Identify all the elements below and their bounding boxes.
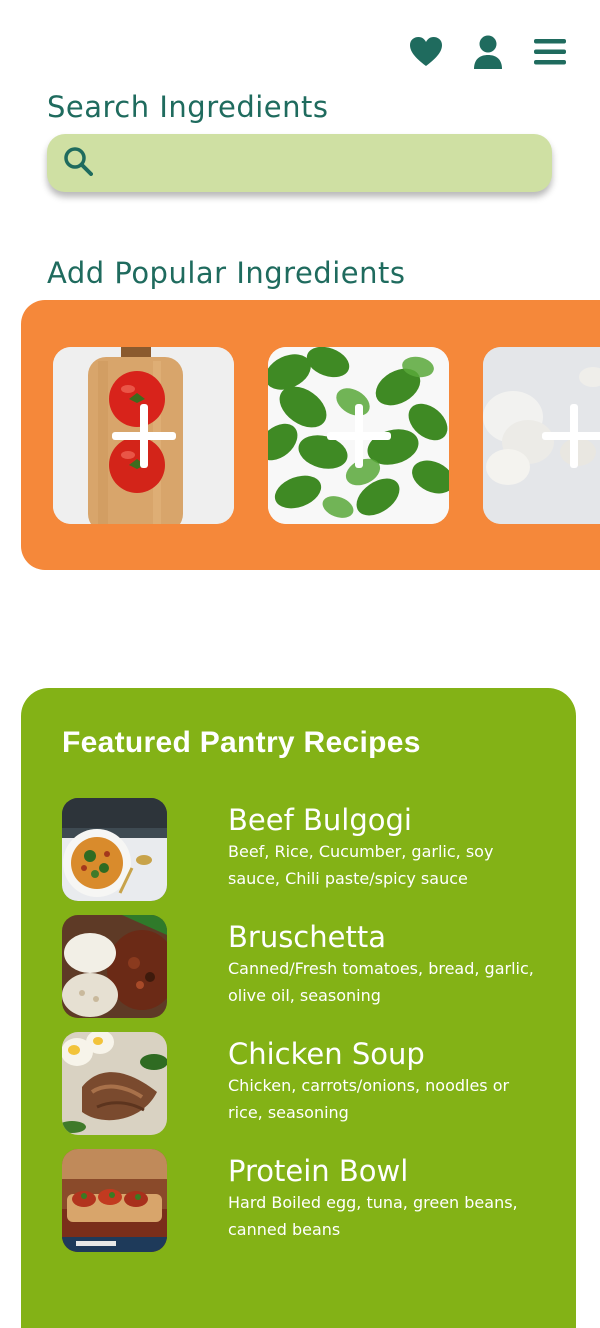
- recipe-name: Chicken Soup: [228, 1037, 425, 1071]
- recipe-thumbnail: [62, 1032, 167, 1135]
- recipe-item-chicken-soup[interactable]: Chicken Soup Chicken, carrots/onions, no…: [62, 1032, 542, 1136]
- plus-icon[interactable]: [112, 404, 176, 468]
- recipe-name: Protein Bowl: [228, 1154, 408, 1188]
- search-label: Search Ingredients: [47, 90, 328, 124]
- featured-recipes-title: Featured Pantry Recipes: [62, 726, 421, 760]
- top-bar: [408, 34, 568, 70]
- plus-icon[interactable]: [327, 404, 391, 468]
- recipe-item-protein-bowl[interactable]: Protein Bowl Hard Boiled egg, tuna, gree…: [62, 1149, 542, 1253]
- search-input[interactable]: [105, 142, 529, 184]
- ingredient-tile-garlic[interactable]: [483, 347, 600, 524]
- recipe-item-bruschetta[interactable]: Bruschetta Canned/Fresh tomatoes, bread,…: [62, 915, 542, 1019]
- recipe-name: Bruschetta: [228, 920, 386, 954]
- heart-icon[interactable]: [408, 34, 444, 70]
- recipe-ingredients: Canned/Fresh tomatoes, bread, garlic, ol…: [228, 955, 538, 1009]
- search-bar[interactable]: [47, 134, 552, 192]
- user-icon[interactable]: [470, 34, 506, 70]
- recipe-name: Beef Bulgogi: [228, 803, 412, 837]
- menu-icon[interactable]: [532, 34, 568, 70]
- recipe-thumbnail: [62, 915, 167, 1018]
- recipe-thumbnail: [62, 1149, 167, 1252]
- recipe-ingredients: Chicken, carrots/onions, noodles or rice…: [228, 1072, 538, 1126]
- search-icon: [63, 146, 93, 180]
- recipe-item-beef-bulgogi[interactable]: Beef Bulgogi Beef, Rice, Cucumber, garli…: [62, 798, 542, 902]
- recipe-ingredients: Beef, Rice, Cucumber, garlic, soy sauce,…: [228, 838, 538, 892]
- ingredient-tile-basil[interactable]: [268, 347, 449, 524]
- plus-icon[interactable]: [542, 404, 600, 468]
- popular-ingredients-carousel[interactable]: [21, 300, 600, 570]
- ingredient-tile-tomato[interactable]: [53, 347, 234, 524]
- recipe-thumbnail: [62, 798, 167, 901]
- popular-ingredients-label: Add Popular Ingredients: [47, 256, 405, 290]
- featured-recipes-panel: Featured Pantry Recipes Beef Bulgogi Bee…: [21, 688, 576, 1328]
- recipe-ingredients: Hard Boiled egg, tuna, green beans, cann…: [228, 1189, 538, 1243]
